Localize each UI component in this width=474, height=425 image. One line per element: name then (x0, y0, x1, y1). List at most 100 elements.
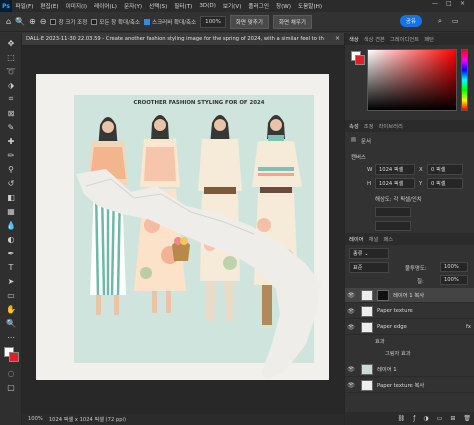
menu-filter[interactable]: 필터(T) (171, 2, 196, 10)
home-icon[interactable]: ⌂ (6, 17, 11, 26)
tab-layers[interactable]: 레이어 (349, 235, 364, 243)
status-zoom[interactable]: 100% (28, 416, 43, 423)
search-icon[interactable]: ⌕ (438, 17, 442, 26)
minimize-button[interactable]: — (432, 0, 438, 7)
layer-row-layer1[interactable]: 👁 레이어 1 (345, 362, 474, 377)
blend-mode-select[interactable]: 표준 (349, 262, 389, 273)
menu-3d[interactable]: 3D(D) (196, 3, 220, 9)
canvas-y-field[interactable]: 0 픽셀 (427, 178, 463, 189)
hue-slider[interactable] (461, 49, 468, 111)
blur-tool-icon[interactable]: 💧 (2, 219, 20, 231)
crop-tool-icon[interactable]: ⌗ (2, 93, 20, 105)
menu-window[interactable]: 창(W) (272, 2, 294, 10)
path-select-tool-icon[interactable]: ➤ (2, 275, 20, 287)
folder-icon[interactable]: ▭ (437, 415, 443, 422)
quick-mask-icon[interactable]: ◌ (2, 367, 20, 379)
new-layer-icon[interactable]: ⊞ (450, 415, 455, 422)
tab-channels[interactable]: 채널 (369, 235, 379, 243)
eyedropper-tool-icon[interactable]: ✎ (2, 121, 20, 133)
layer-row-paper-edge[interactable]: 👁 Paper edge fx (345, 320, 474, 335)
zoom-in-icon[interactable]: ⊕ (29, 17, 36, 26)
eye-icon[interactable]: 👁 (345, 324, 357, 331)
menu-view[interactable]: 보기(V) (219, 2, 244, 10)
move-tool-icon[interactable]: ✥ (2, 37, 20, 49)
layer-mask-thumbnail[interactable] (377, 289, 389, 301)
healing-brush-icon[interactable]: ✚ (2, 135, 20, 147)
lasso-tool-icon[interactable]: ➰ (2, 65, 20, 77)
tab-patterns[interactable]: 패턴 (424, 35, 434, 43)
eye-icon[interactable]: 👁 (345, 308, 357, 315)
layer-name[interactable]: 레이어 1 복사 (393, 291, 424, 299)
workspace-icon[interactable]: ▭ (452, 17, 459, 25)
fx-badge[interactable]: fx (466, 324, 471, 330)
link-icon[interactable]: ⛓ (398, 415, 406, 422)
menu-layer[interactable]: 레이어(L) (91, 2, 121, 10)
screen-mode-icon[interactable]: ▢ (2, 381, 20, 393)
layer-kind-filter[interactable]: 종류 ⌄ (349, 248, 389, 259)
eye-icon[interactable]: 👁 (345, 292, 357, 299)
eye-icon[interactable]: 👁 (345, 366, 357, 373)
menu-type[interactable]: 문자(Y) (120, 2, 145, 10)
fit-screen-button[interactable]: 화면 맞추기 (229, 14, 269, 29)
marquee-tool-icon[interactable]: ⬚ (2, 51, 20, 63)
panel-background-swatch[interactable] (355, 55, 365, 65)
brush-tool-icon[interactable]: ✏ (2, 149, 20, 161)
color-picker-field[interactable] (367, 49, 457, 111)
eraser-tool-icon[interactable]: ◧ (2, 191, 20, 203)
frame-tool-icon[interactable]: ⊠ (2, 107, 20, 119)
document-tab[interactable]: DALL·E 2023-11-30 22.03.59 - Create anot… (22, 33, 344, 46)
menu-plugins[interactable]: 플러그인 (245, 2, 273, 10)
shape-tool-icon[interactable]: ▭ (2, 289, 20, 301)
layer-row-paper-texture[interactable]: 👁 Paper texture (345, 304, 474, 319)
eye-icon[interactable]: 👁 (345, 382, 357, 389)
canvas-mode-select[interactable] (375, 207, 411, 217)
dodge-tool-icon[interactable]: ◐ (2, 233, 20, 245)
stamp-tool-icon[interactable]: ⚲ (2, 163, 20, 175)
layer-name[interactable]: 레이어 1 (377, 365, 397, 373)
history-brush-icon[interactable]: ↺ (2, 177, 20, 189)
hand-tool-icon[interactable]: ✋ (2, 303, 20, 315)
tab-color[interactable]: 색상 (349, 35, 359, 43)
document-canvas[interactable]: CROOTHER FASHION STYLING FOR OF 2024 (36, 74, 329, 380)
share-button[interactable]: 공유 (399, 15, 422, 27)
canvas-height-field[interactable]: 1024 픽셀 (375, 178, 415, 189)
mask-icon[interactable]: ◑ (423, 415, 428, 422)
menu-select[interactable]: 선택(S) (146, 2, 171, 10)
fx-icon[interactable]: ƒ (413, 415, 415, 422)
layer-name[interactable]: Paper texture (377, 308, 413, 314)
menu-file[interactable]: 파일(F) (12, 2, 37, 10)
tab-swatches[interactable]: 색상 견본 (364, 35, 385, 43)
canvas-x-field[interactable]: 0 픽셀 (427, 164, 463, 175)
zoom-tool-icon[interactable]: 🔍 (15, 17, 25, 26)
fill-screen-button[interactable]: 화면 채우기 (272, 14, 312, 29)
fill-field[interactable]: 100% (440, 275, 468, 285)
resize-windows-checkbox[interactable]: 창 크기 조정 (50, 18, 87, 26)
tab-gradients[interactable]: 그레이디언트 (390, 35, 419, 43)
more-tools-icon[interactable]: ⋯ (2, 331, 20, 343)
object-select-tool-icon[interactable]: ⬗ (2, 79, 20, 91)
canvas-bitdepth-select[interactable] (375, 221, 411, 231)
close-window-button[interactable]: × (460, 0, 465, 7)
pen-tool-icon[interactable]: ✒ (2, 247, 20, 259)
menu-edit[interactable]: 편집(E) (37, 2, 62, 10)
tab-properties[interactable]: 속성 (349, 122, 359, 130)
layer-name[interactable]: Paper edge (377, 324, 407, 330)
tab-paths[interactable]: 패스 (383, 235, 393, 243)
tab-adjustments[interactable]: 조정 (364, 122, 374, 130)
menu-image[interactable]: 이미지(I) (62, 2, 90, 10)
zoom-percent-field[interactable]: 100% (200, 15, 226, 28)
opacity-field[interactable]: 100% (440, 262, 468, 272)
layer-row-copy[interactable]: 👁 레이어 1 복사 (345, 288, 474, 303)
layer-name[interactable]: Paper texture 복사 (377, 381, 424, 389)
maximize-button[interactable]: □ (446, 0, 452, 7)
zoom-all-checkbox[interactable]: 모든 창 확대/축소 (91, 18, 140, 26)
background-color-swatch[interactable] (9, 352, 19, 362)
type-tool-icon[interactable]: T (2, 261, 20, 273)
canvas-width-field[interactable]: 1024 픽셀 (375, 164, 415, 175)
layer-row-paper-texture-copy[interactable]: 👁 Paper texture 복사 (345, 378, 474, 393)
zoom-tool-side-icon[interactable]: 🔍 (2, 317, 20, 329)
menu-help[interactable]: 도움말(H) (295, 2, 326, 10)
trash-icon[interactable]: 🗑 (463, 415, 471, 422)
drop-shadow-effect[interactable]: 그림자 효과 (385, 350, 411, 357)
tab-libraries[interactable]: 라이브러리 (379, 122, 403, 130)
